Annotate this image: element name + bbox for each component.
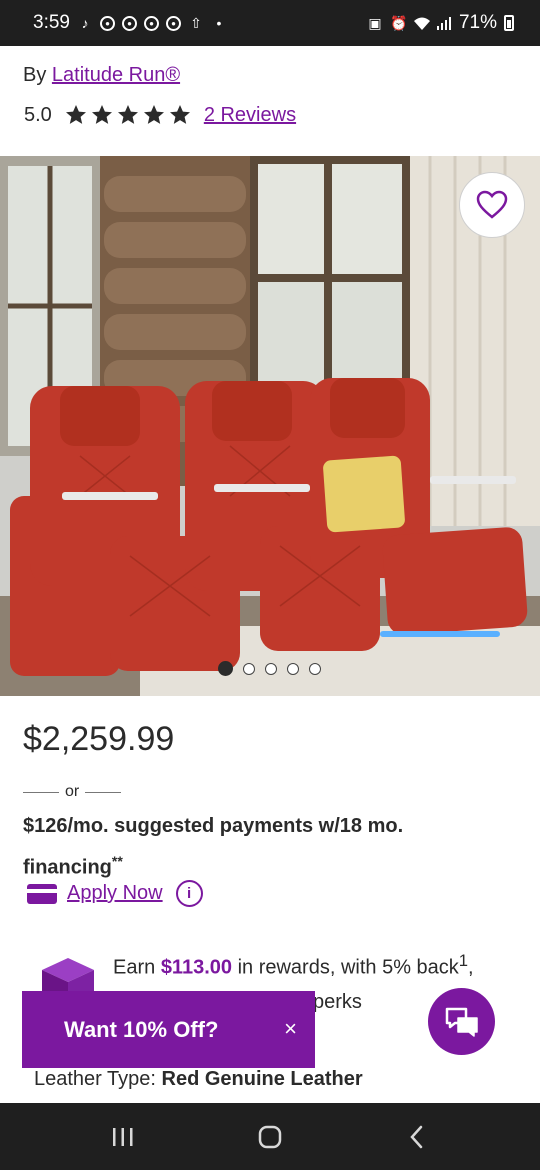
star-icon bbox=[169, 105, 190, 124]
promo-label[interactable]: Want 10% Off? bbox=[64, 1017, 218, 1043]
chrome-icon: ● bbox=[143, 15, 159, 31]
leather-type: Leather Type: Red Genuine Leather bbox=[34, 1068, 363, 1091]
carousel-dot[interactable] bbox=[287, 662, 299, 675]
rewards-amount: $113.00 bbox=[160, 956, 233, 979]
star-icon bbox=[91, 105, 112, 124]
product-title-clipped bbox=[0, 46, 540, 54]
home-button[interactable] bbox=[240, 1117, 300, 1157]
rewards-line2: perks bbox=[313, 990, 362, 1013]
battery-icon bbox=[504, 15, 514, 31]
star-icon bbox=[143, 105, 164, 124]
dot-icon: • bbox=[216, 15, 222, 31]
rating-value: 5.0 bbox=[24, 103, 52, 126]
or-label: or bbox=[65, 783, 80, 800]
chat-bubbles-icon bbox=[445, 1007, 478, 1037]
chat-button[interactable] bbox=[428, 988, 495, 1055]
favorite-button[interactable] bbox=[459, 172, 525, 238]
home-icon bbox=[258, 1125, 282, 1148]
carousel-dots bbox=[218, 661, 321, 676]
rating-row: 5.0 2 Reviews bbox=[24, 103, 296, 127]
apply-row: Apply Now i bbox=[27, 880, 203, 907]
product-image[interactable] bbox=[0, 156, 540, 696]
credit-card-icon bbox=[27, 883, 57, 904]
leather-value: Red Genuine Leather bbox=[161, 1068, 363, 1090]
brand-link[interactable]: Latitude Run® bbox=[52, 64, 180, 86]
leather-label: Leather Type: bbox=[34, 1068, 156, 1090]
signal-icon bbox=[436, 15, 452, 31]
chrome-icon: ● bbox=[99, 15, 115, 31]
recent-apps-button[interactable] bbox=[93, 1117, 153, 1157]
status-time: 3:59 bbox=[33, 12, 70, 33]
upload-icon: ⇧ bbox=[190, 15, 202, 31]
star-icon bbox=[117, 105, 138, 124]
divider-line bbox=[23, 791, 59, 793]
chrome-icon: ● bbox=[165, 15, 181, 31]
carousel-dot[interactable] bbox=[218, 661, 233, 676]
close-icon[interactable]: × bbox=[284, 1017, 297, 1041]
rewards-footnote-mark: 1 bbox=[458, 951, 469, 970]
financing-footnote-mark: ** bbox=[111, 853, 123, 869]
system-nav-bar bbox=[0, 1103, 540, 1170]
rewards-prefix: Earn bbox=[113, 956, 156, 979]
battery-percent: 71% bbox=[458, 12, 497, 33]
back-chevron-icon bbox=[409, 1125, 422, 1148]
wifi-icon bbox=[413, 15, 430, 31]
tiktok-icon: ♪ bbox=[81, 15, 89, 31]
financing-text: $126/mo. suggested payments w/18 mo. fin… bbox=[23, 809, 493, 886]
nfc-icon: ▣ bbox=[368, 15, 382, 31]
chrome-icon: ● bbox=[121, 15, 137, 31]
rewards-suffix: in rewards, with 5% back bbox=[237, 956, 459, 979]
financing-label: $126/mo. suggested payments w/18 mo. fin… bbox=[23, 815, 404, 879]
divider-line bbox=[85, 791, 122, 793]
or-divider: or bbox=[23, 783, 122, 801]
rating-stars bbox=[64, 103, 192, 127]
byline: By Latitude Run® bbox=[23, 64, 180, 87]
reviews-link[interactable]: 2 Reviews bbox=[204, 104, 296, 127]
star-icon bbox=[65, 105, 86, 124]
back-button[interactable] bbox=[387, 1117, 447, 1157]
product-price: $2,259.99 bbox=[23, 720, 175, 758]
recent-apps-icon bbox=[113, 1127, 133, 1146]
discount-promo-banner[interactable]: Want 10% Off? × bbox=[22, 991, 315, 1068]
carousel-dot[interactable] bbox=[309, 662, 321, 675]
carousel-dot[interactable] bbox=[265, 662, 277, 675]
info-icon[interactable]: i bbox=[175, 880, 203, 907]
alarm-icon: ⏰ bbox=[389, 15, 408, 31]
byline-prefix: By bbox=[23, 64, 47, 86]
status-bar: 3:59 ♪ ● ● ● ● ⇧ • ▣ ⏰ 71% bbox=[0, 0, 540, 46]
heart-icon bbox=[476, 190, 508, 219]
recliner-illustration bbox=[0, 156, 540, 696]
carousel-dot[interactable] bbox=[243, 662, 255, 675]
apply-now-link[interactable]: Apply Now bbox=[67, 882, 163, 905]
